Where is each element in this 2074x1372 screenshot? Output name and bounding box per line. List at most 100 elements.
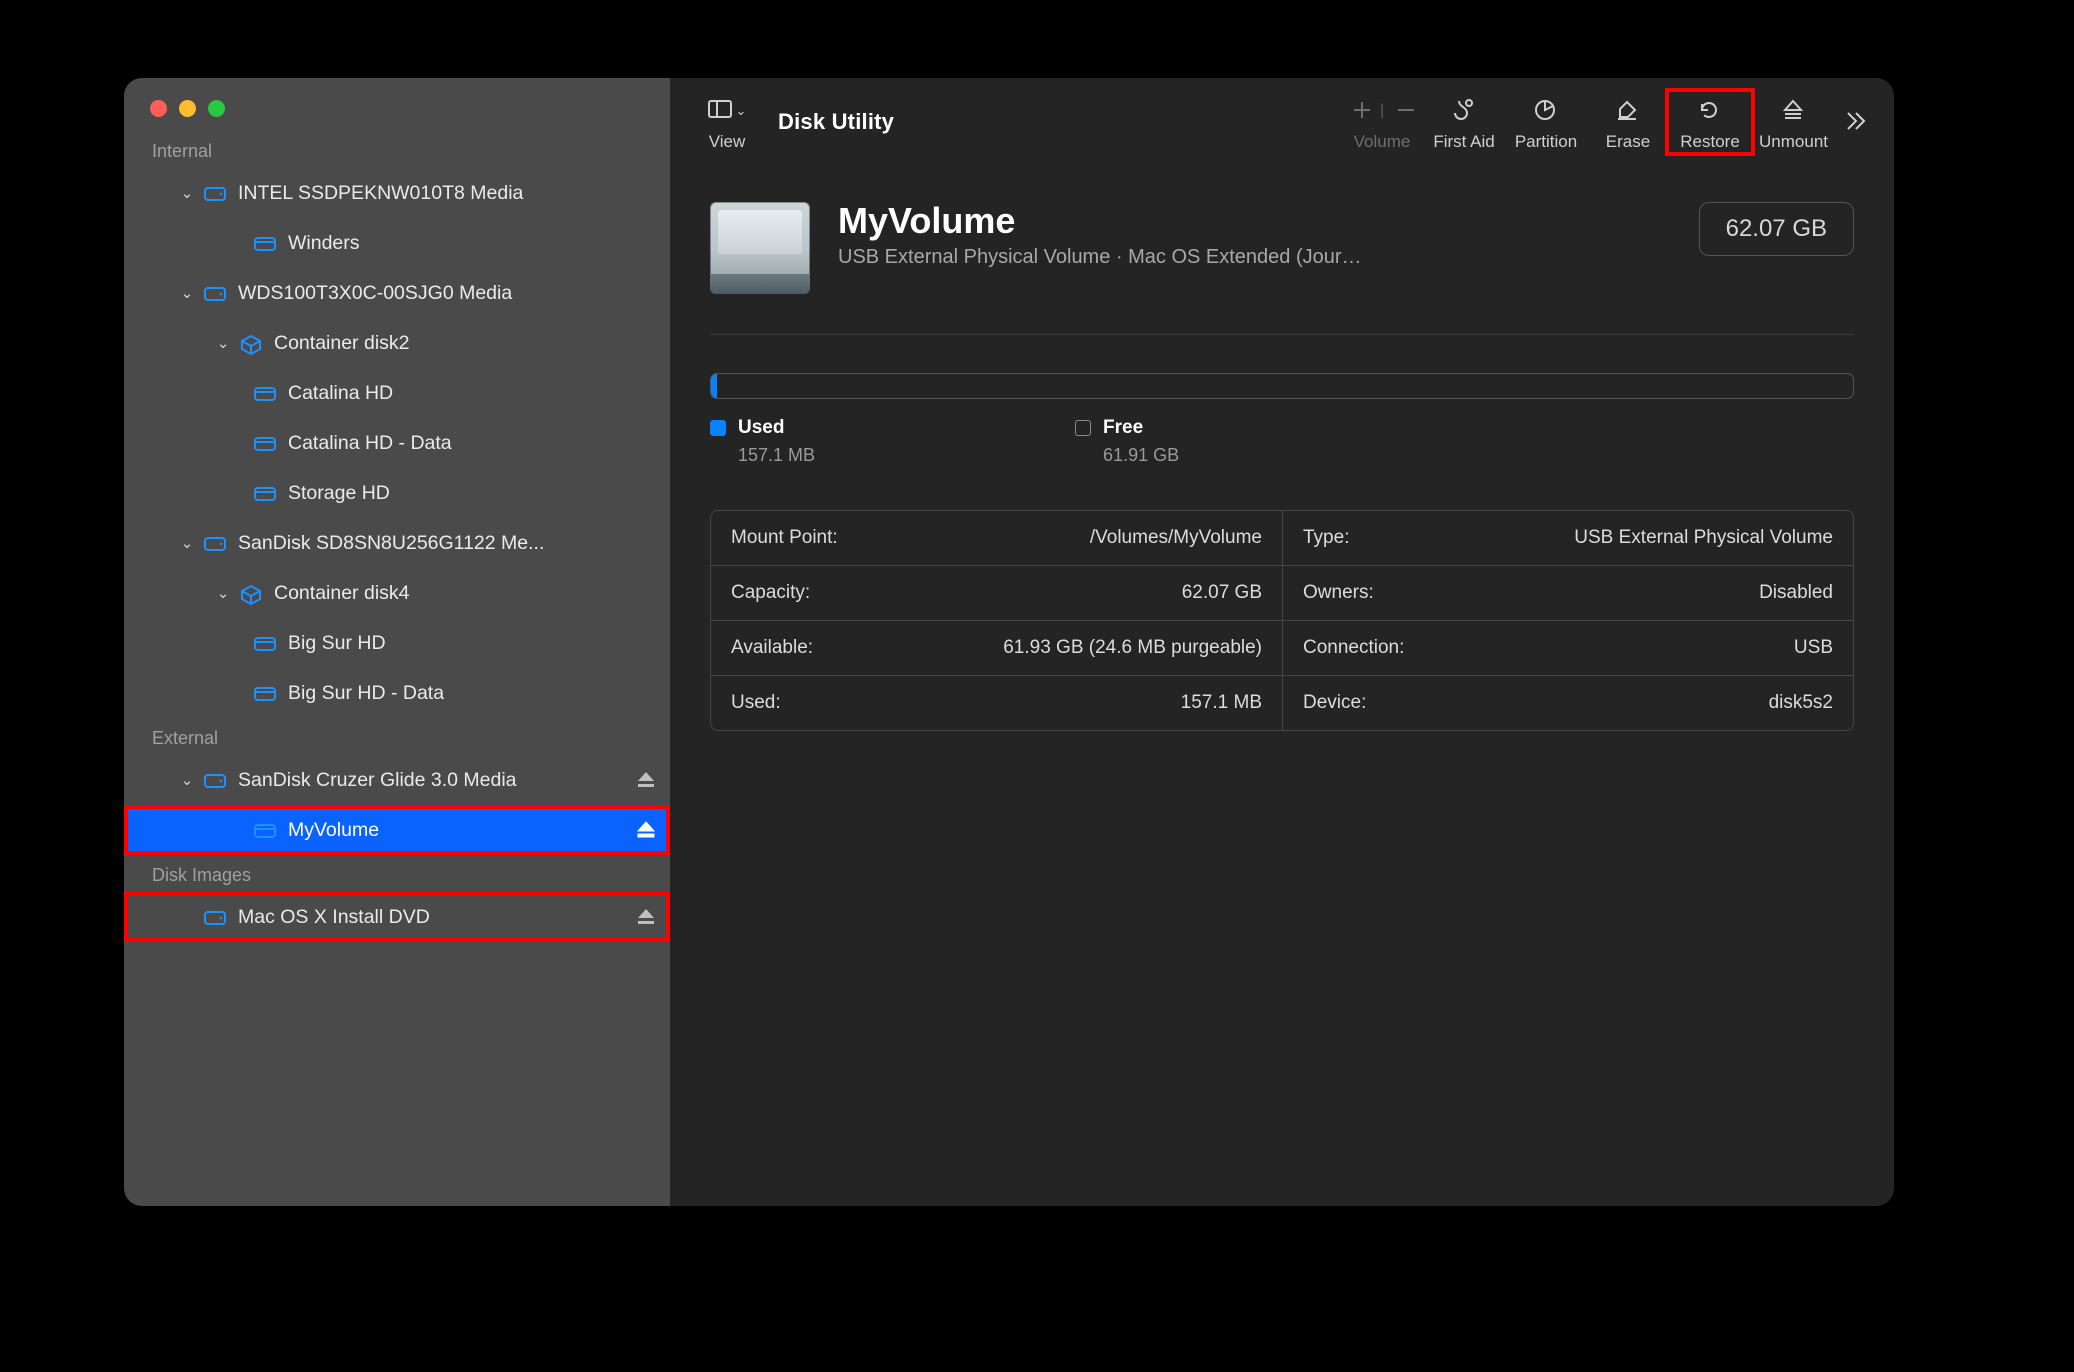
volume-name: MyVolume [838, 202, 1671, 240]
minimize-button[interactable] [179, 100, 196, 117]
capacity-key: Capacity: [731, 582, 810, 604]
sidebar-item[interactable]: ⌄ Container disk2 [124, 318, 670, 368]
usage-bar-used [711, 374, 717, 398]
chevron-down-icon[interactable]: ⌄ [178, 771, 196, 789]
mount-point-key: Mount Point: [731, 527, 838, 549]
section-internal: Internal [124, 131, 670, 168]
sidebar-item[interactable]: Big Sur HD [124, 618, 670, 668]
swatch-used [710, 420, 726, 436]
usage-bar [710, 373, 1854, 399]
sidebar-item-label: SanDisk SD8SN8U256G1122 Me... [238, 532, 656, 555]
chevron-down-icon[interactable]: ⌄ [178, 284, 196, 302]
disk-icon [202, 533, 226, 553]
available-val: 61.93 GB (24.6 MB purgeable) [1003, 637, 1262, 659]
restore-button[interactable]: Restore [1669, 92, 1751, 152]
sidebar-item[interactable]: Big Sur HD - Data [124, 668, 670, 718]
sidebar-item[interactable]: ⌄ WDS100T3X0C-00SJG0 Media [124, 268, 670, 318]
volume-icon [252, 483, 276, 503]
sidebar-item[interactable]: MyVolume [124, 805, 670, 855]
sidebar-item[interactable]: Mac OS X Install DVD [124, 892, 670, 942]
restore-icon [1697, 92, 1723, 130]
volume-icon [252, 820, 276, 840]
app-title: Disk Utility [778, 109, 894, 135]
volume-subtitle: USB External Physical Volume · Mac OS Ex… [838, 246, 1671, 269]
container-icon [238, 583, 262, 603]
sidebar-item[interactable]: Catalina HD - Data [124, 418, 670, 468]
sidebar: Internal ⌄ INTEL SSDPEKNW010T8 Media Winde… [124, 78, 670, 1206]
main-pane: ⌄ View Disk Utility | Volume [670, 78, 1894, 1206]
sidebar-item[interactable]: ⌄ SanDisk SD8SN8U256G1122 Me... [124, 518, 670, 568]
sidebar-item-label: WDS100T3X0C-00SJG0 Media [238, 282, 656, 305]
container-icon [238, 333, 262, 353]
chevrons-right-icon [1844, 103, 1870, 141]
swatch-free [1075, 420, 1091, 436]
volume-icon [252, 433, 276, 453]
sidebar-item-label: Container disk4 [274, 582, 656, 605]
sidebar-item-label: Storage HD [288, 482, 656, 505]
sidebar-item[interactable]: Winders [124, 218, 670, 268]
chevron-down-icon[interactable]: ⌄ [214, 584, 232, 602]
sidebar-item[interactable]: Storage HD [124, 468, 670, 518]
type-val: USB External Physical Volume [1574, 527, 1833, 549]
eject-icon[interactable] [634, 818, 656, 842]
sidebar-item-label: Big Sur HD [288, 632, 656, 655]
view-menu-button[interactable]: ⌄ View [686, 92, 768, 152]
legend-used: Used 157.1 MB [710, 417, 815, 466]
overflow-button[interactable] [1836, 103, 1878, 141]
volume-icon [252, 683, 276, 703]
minus-icon [1394, 98, 1414, 125]
first-aid-button[interactable]: First Aid [1423, 92, 1505, 152]
eject-icon[interactable] [634, 768, 656, 792]
tree-external: ⌄ SanDisk Cruzer Glide 3.0 Media MyVolume [124, 755, 670, 855]
partition-button[interactable]: Partition [1505, 92, 1587, 152]
erase-icon [1615, 92, 1641, 130]
tree-disk-images: Mac OS X Install DVD [124, 892, 670, 942]
sidebar-item-label: MyVolume [288, 819, 634, 842]
disk-icon [202, 283, 226, 303]
volume-large-icon [710, 202, 810, 294]
disk-icon [202, 183, 226, 203]
fullscreen-button[interactable] [208, 100, 225, 117]
plus-icon [1350, 98, 1370, 125]
connection-val: USB [1794, 637, 1833, 659]
sidebar-item-label: Catalina HD - Data [288, 432, 656, 455]
close-button[interactable] [150, 100, 167, 117]
tree-internal: ⌄ INTEL SSDPEKNW010T8 Media Winders ⌄ WDS100… [124, 168, 670, 718]
sidebar-item-label: Mac OS X Install DVD [238, 906, 634, 929]
first-aid-icon [1451, 92, 1477, 130]
used-val: 157.1 MB [1181, 692, 1262, 714]
volume-size-badge: 62.07 GB [1699, 202, 1854, 256]
window-controls [124, 78, 670, 131]
capacity-val: 62.07 GB [1182, 582, 1262, 604]
volume-button: | Volume [1341, 92, 1423, 152]
eject-icon[interactable] [634, 905, 656, 929]
sidebar-item-label: INTEL SSDPEKNW010T8 Media [238, 182, 656, 205]
sidebar-item-label: SanDisk Cruzer Glide 3.0 Media [238, 769, 634, 792]
sidebar-item[interactable]: ⌄ INTEL SSDPEKNW010T8 Media [124, 168, 670, 218]
sidebar-item-label: Big Sur HD - Data [288, 682, 656, 705]
chevron-down-icon[interactable]: ⌄ [214, 334, 232, 352]
mount-point-val: /Volumes/MyVolume [1090, 527, 1262, 549]
owners-key: Owners: [1303, 582, 1374, 604]
legend-free: Free 61.91 GB [1075, 417, 1179, 466]
device-val: disk5s2 [1769, 692, 1833, 714]
sidebar-item[interactable]: ⌄ SanDisk Cruzer Glide 3.0 Media [124, 755, 670, 805]
sidebar-item[interactable]: Catalina HD [124, 368, 670, 418]
available-key: Available: [731, 637, 813, 659]
unmount-button[interactable]: Unmount [1751, 92, 1836, 152]
chevron-down-icon[interactable]: ⌄ [178, 184, 196, 202]
sidebar-item[interactable]: ⌄ Container disk4 [124, 568, 670, 618]
chevron-down-icon[interactable]: ⌄ [178, 534, 196, 552]
sidebar-item-label: Winders [288, 232, 656, 255]
device-key: Device: [1303, 692, 1366, 714]
disk-utility-window: Internal ⌄ INTEL SSDPEKNW010T8 Media Winde… [124, 78, 1894, 1206]
chevron-down-icon: ⌄ [736, 103, 747, 119]
sidebar-item-label: Container disk2 [274, 332, 656, 355]
erase-button[interactable]: Erase [1587, 92, 1669, 152]
section-disk-images: Disk Images [124, 855, 670, 892]
connection-key: Connection: [1303, 637, 1404, 659]
owners-val: Disabled [1759, 582, 1833, 604]
sidebar-icon [708, 98, 732, 125]
sidebar-item-label: Catalina HD [288, 382, 656, 405]
volume-icon [252, 633, 276, 653]
